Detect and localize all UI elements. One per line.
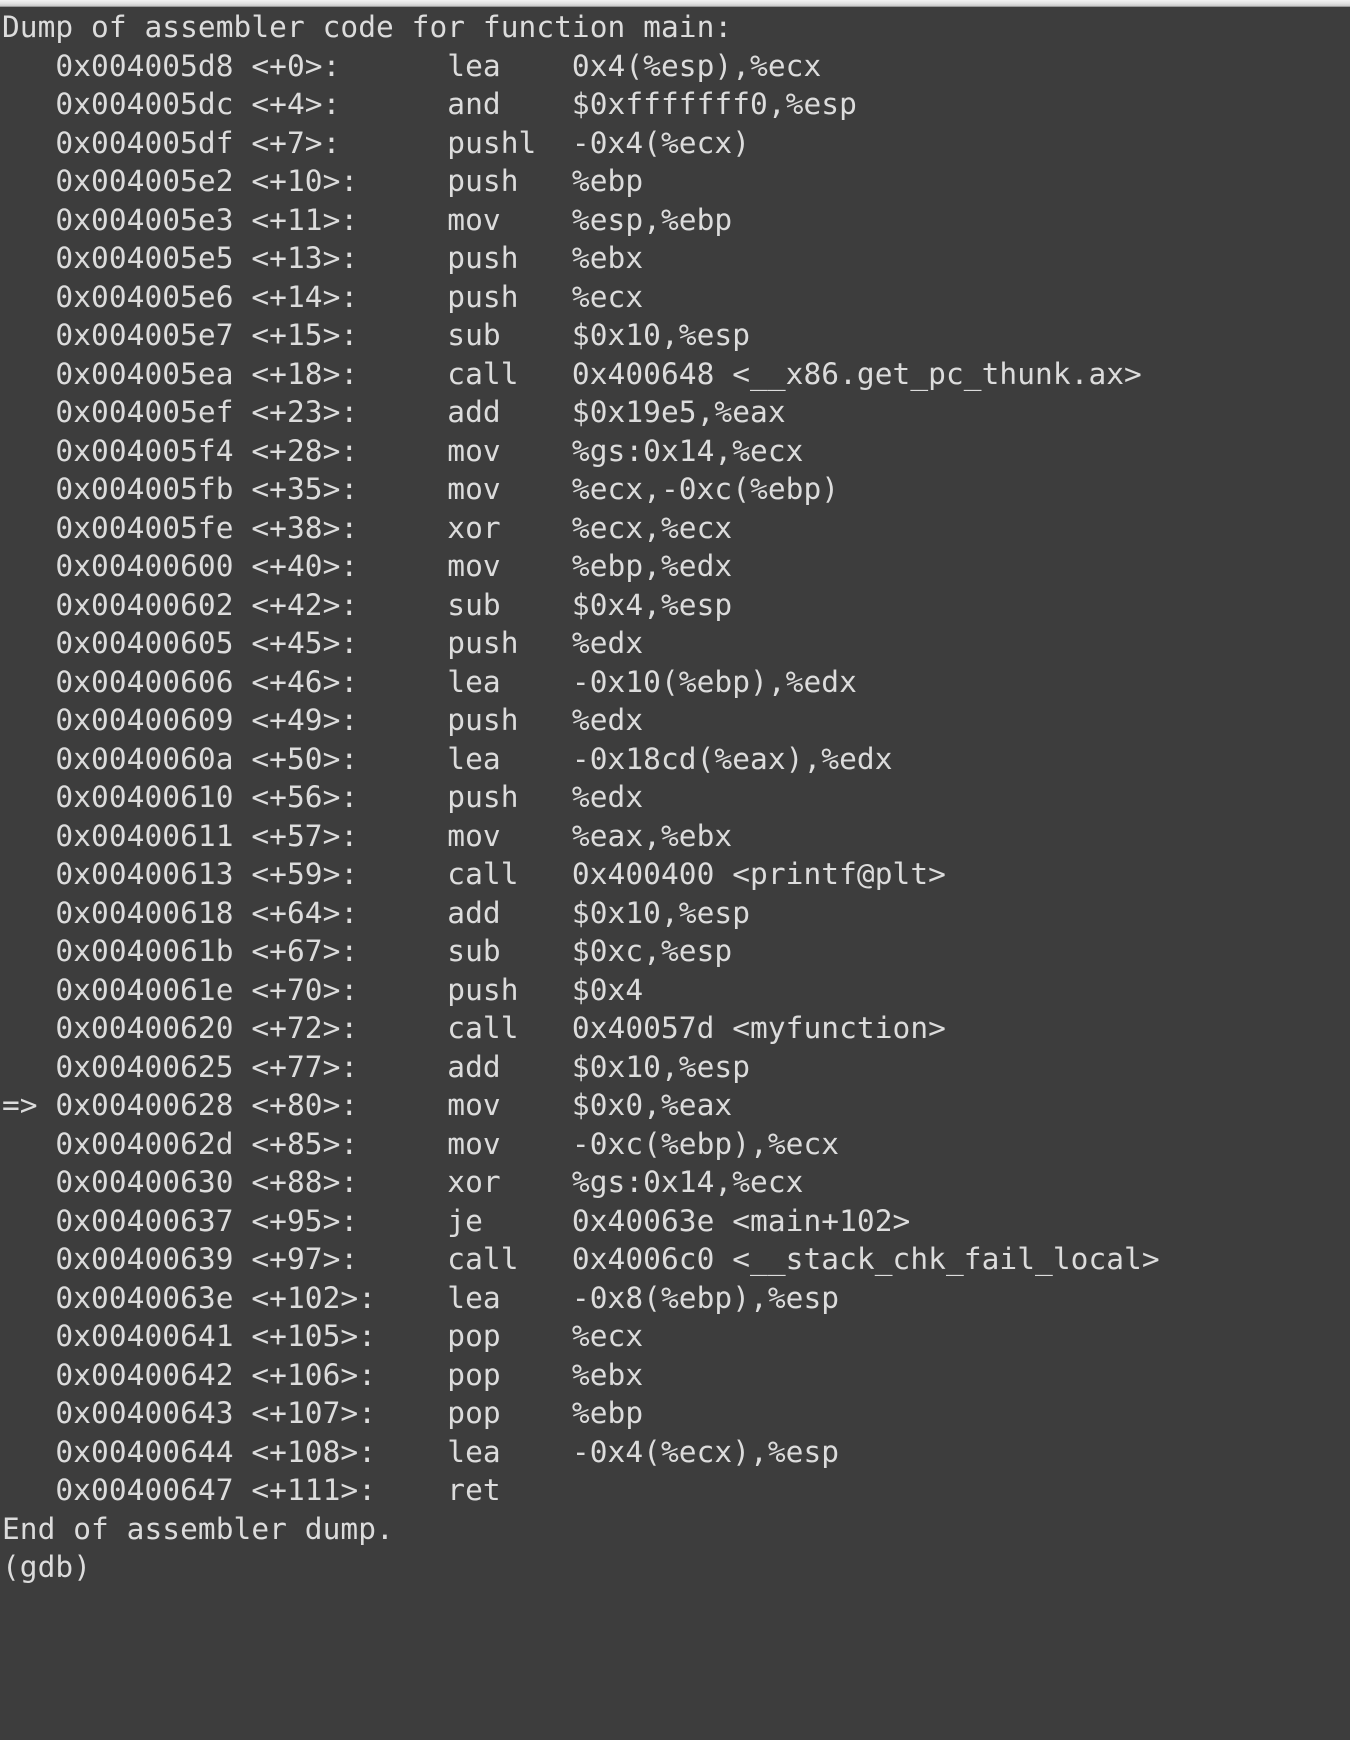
terminal-line: 0x0040062d <+85>: mov -0xc(%ebp),%ecx <box>2 1126 840 1161</box>
terminal-line: 0x00400606 <+46>: lea -0x10(%ebp),%edx <box>2 664 857 699</box>
terminal-line: 0x00400641 <+105>: pop %ecx <box>2 1319 644 1353</box>
terminal-line: 0x00400609 <+49>: push %edx <box>2 703 644 737</box>
terminal-line: 0x004005df <+7>: pushl -0x4(%ecx) <box>2 125 751 160</box>
terminal-line: 0x00400639 <+97>: call 0x4006c0 <__stack… <box>2 1242 1160 1276</box>
terminal-line: 0x00400642 <+106>: pop %ebx <box>2 1357 644 1392</box>
terminal-line: 0x004005e6 <+14>: push %ecx <box>2 279 644 314</box>
terminal-line: 0x004005e3 <+11>: mov %esp,%ebp <box>2 202 733 237</box>
terminal-line: Dump of assembler code for function main… <box>2 10 733 44</box>
terminal-line: 0x00400618 <+64>: add $0x10,%esp <box>2 895 751 930</box>
terminal-line: 0x004005e2 <+10>: push %ebp <box>2 164 644 198</box>
terminal-output-area[interactable]: Dump of assembler code for function main… <box>0 8 1350 1740</box>
terminal-line: 0x004005f4 <+28>: mov %gs:0x14,%ecx <box>2 433 804 468</box>
terminal-line: 0x00400630 <+88>: xor %gs:0x14,%ecx <box>2 1165 804 1199</box>
terminal-line: 0x00400602 <+42>: sub $0x4,%esp <box>2 587 733 622</box>
terminal-line: 0x004005ea <+18>: call 0x400648 <__x86.g… <box>2 356 1142 391</box>
disassembly-listing: Dump of assembler code for function main… <box>2 8 1350 1587</box>
terminal-line: 0x004005e5 <+13>: push %ebx <box>2 241 644 275</box>
terminal-line: 0x004005fe <+38>: xor %ecx,%ecx <box>2 510 733 545</box>
terminal-line: 0x00400610 <+56>: push %edx <box>2 780 644 814</box>
terminal-line: 0x0040060a <+50>: lea -0x18cd(%eax),%edx <box>2 741 893 776</box>
terminal-line: 0x004005d8 <+0>: lea 0x4(%esp),%ecx <box>2 48 822 83</box>
terminal-line: 0x0040061e <+70>: push $0x4 <box>2 972 644 1007</box>
gdb-terminal-window: Dump of assembler code for function main… <box>0 0 1350 1740</box>
terminal-line: 0x0040061b <+67>: sub $0xc,%esp <box>2 934 733 968</box>
terminal-line: 0x004005fb <+35>: mov %ecx,-0xc(%ebp) <box>2 472 840 506</box>
terminal-line: 0x00400644 <+108>: lea -0x4(%ecx),%esp <box>2 1434 840 1469</box>
terminal-line: 0x0040063e <+102>: lea -0x8(%ebp),%esp <box>2 1280 840 1315</box>
terminal-line: 0x00400625 <+77>: add $0x10,%esp <box>2 1049 751 1084</box>
terminal-line: (gdb) <box>2 1550 92 1584</box>
terminal-line: 0x004005ef <+23>: add $0x19e5,%eax <box>2 395 786 429</box>
terminal-line: 0x00400620 <+72>: call 0x40057d <myfunct… <box>2 1011 946 1045</box>
terminal-line: 0x00400613 <+59>: call 0x400400 <printf@… <box>2 857 946 891</box>
terminal-line: 0x004005dc <+4>: and $0xfffffff0,%esp <box>2 87 857 121</box>
terminal-line: => 0x00400628 <+80>: mov $0x0,%eax <box>2 1088 733 1122</box>
terminal-line: 0x004005e7 <+15>: sub $0x10,%esp <box>2 318 751 352</box>
terminal-line: End of assembler dump. <box>2 1511 394 1546</box>
terminal-line: 0x00400637 <+95>: je 0x40063e <main+102> <box>2 1203 911 1238</box>
terminal-line: 0x00400647 <+111>: ret <box>2 1473 501 1507</box>
terminal-line: 0x00400611 <+57>: mov %eax,%ebx <box>2 818 733 853</box>
terminal-line: 0x00400605 <+45>: push %edx <box>2 626 644 660</box>
terminal-line: 0x00400643 <+107>: pop %ebp <box>2 1396 644 1430</box>
window-titlebar[interactable] <box>0 0 1350 7</box>
terminal-line: 0x00400600 <+40>: mov %ebp,%edx <box>2 549 733 583</box>
